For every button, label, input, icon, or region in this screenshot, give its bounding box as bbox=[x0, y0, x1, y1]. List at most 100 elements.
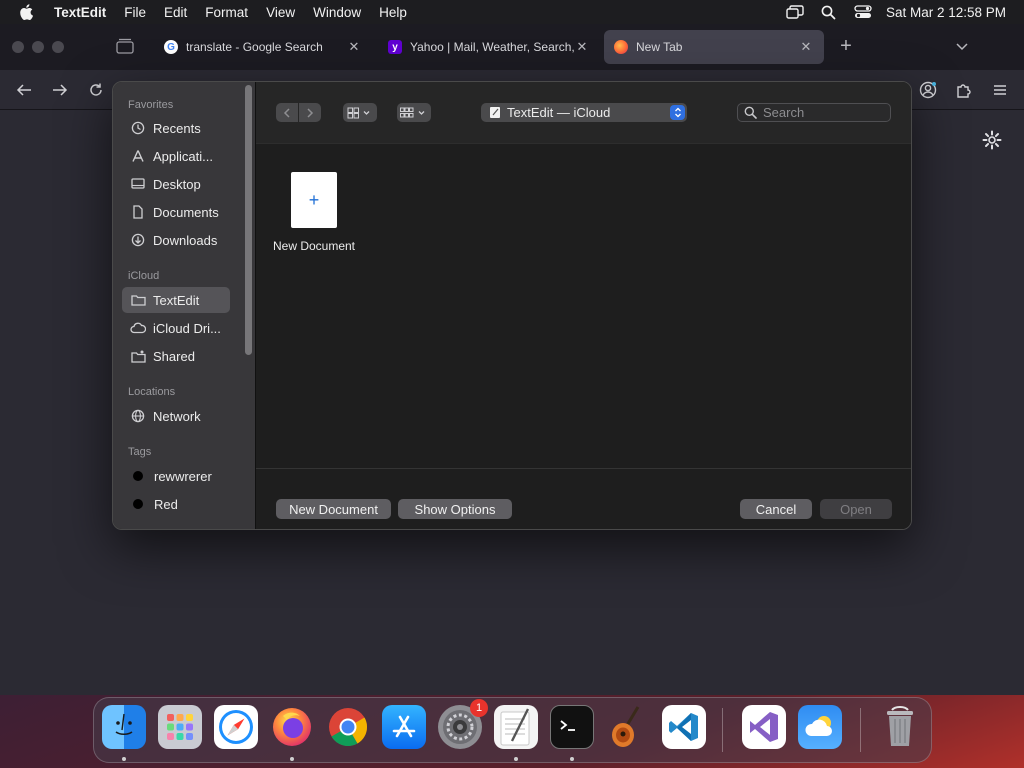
sidebar-item-label: Applicati... bbox=[153, 148, 213, 164]
sidebar-item-label: Network bbox=[153, 408, 201, 424]
cancel-button[interactable]: Cancel bbox=[740, 499, 812, 519]
tab-overview-icon[interactable] bbox=[116, 38, 136, 56]
folder-icon bbox=[130, 292, 146, 308]
dock: 1 bbox=[93, 697, 932, 763]
back-button[interactable] bbox=[276, 103, 298, 122]
tab-close-icon[interactable]: ✕ bbox=[346, 39, 362, 55]
new-document-page-icon: + bbox=[291, 172, 337, 228]
open-file-dialog: Favorites Recents Applicati... Desktop D… bbox=[112, 81, 912, 530]
minimize-window-button[interactable] bbox=[32, 41, 44, 53]
file-item-new-document[interactable]: + New Document bbox=[268, 172, 360, 253]
firefox-icon bbox=[614, 40, 628, 54]
sidebar-item-documents[interactable]: Documents bbox=[122, 199, 230, 225]
new-document-button[interactable]: New Document bbox=[276, 499, 391, 519]
group-by-button[interactable] bbox=[397, 103, 431, 122]
sidebar-item-icloud-drive[interactable]: iCloud Dri... bbox=[122, 315, 230, 341]
tag-color-dot bbox=[133, 499, 143, 509]
menu-view[interactable]: View bbox=[257, 5, 304, 20]
google-icon: G bbox=[164, 40, 178, 54]
dock-system-settings-icon[interactable]: 1 bbox=[438, 699, 488, 749]
hamburger-menu-icon[interactable] bbox=[990, 80, 1010, 100]
menu-edit[interactable]: Edit bbox=[155, 5, 196, 20]
search-input[interactable] bbox=[763, 105, 883, 120]
sidebar-tag-red[interactable]: Red bbox=[122, 491, 230, 517]
zoom-window-button[interactable] bbox=[52, 41, 64, 53]
dock-separator bbox=[722, 708, 723, 752]
sidebar-item-downloads[interactable]: Downloads bbox=[122, 227, 230, 253]
menu-help[interactable]: Help bbox=[370, 5, 416, 20]
running-indicator bbox=[514, 757, 518, 761]
dock-textedit-icon[interactable] bbox=[494, 705, 538, 749]
sidebar-item-recents[interactable]: Recents bbox=[122, 115, 230, 141]
dock-safari-icon[interactable] bbox=[214, 705, 258, 749]
back-arrow-icon[interactable] bbox=[14, 80, 34, 100]
tab-yahoo[interactable]: y Yahoo | Mail, Weather, Search, P ✕ bbox=[378, 30, 600, 64]
open-button[interactable]: Open bbox=[820, 499, 892, 519]
download-icon bbox=[130, 232, 146, 248]
cloud-icon bbox=[130, 320, 146, 336]
tab-new-tab[interactable]: New Tab ✕ bbox=[604, 30, 824, 64]
tag-color-dot bbox=[133, 471, 143, 481]
search-field[interactable] bbox=[737, 103, 891, 122]
apple-menu-icon[interactable] bbox=[0, 4, 52, 20]
dock-trash-icon[interactable] bbox=[878, 705, 922, 749]
tab-close-icon[interactable]: ✕ bbox=[574, 39, 590, 55]
dialog-footer: New Document Show Options Cancel Open bbox=[256, 468, 911, 529]
dialog-toolbar: TextEdit — iCloud bbox=[256, 82, 911, 144]
sidebar-tag-rewwrerer[interactable]: rewwrerer bbox=[122, 463, 230, 489]
reload-icon[interactable] bbox=[86, 80, 106, 100]
sidebar-scrollbar[interactable] bbox=[245, 85, 252, 355]
dock-finder-icon[interactable] bbox=[102, 705, 146, 749]
gear-icon[interactable] bbox=[982, 130, 1004, 152]
dock-visual-studio-icon[interactable] bbox=[742, 705, 786, 749]
location-popup-button[interactable]: TextEdit — iCloud bbox=[481, 103, 687, 122]
dock-launchpad-icon[interactable] bbox=[158, 705, 202, 749]
new-tab-plus-icon[interactable]: + bbox=[836, 36, 856, 56]
show-options-button[interactable]: Show Options bbox=[398, 499, 512, 519]
sidebar-item-desktop[interactable]: Desktop bbox=[122, 171, 230, 197]
menu-app-name[interactable]: TextEdit bbox=[52, 5, 115, 20]
menu-file[interactable]: File bbox=[115, 5, 155, 20]
dialog-sidebar: Favorites Recents Applicati... Desktop D… bbox=[113, 82, 256, 529]
search-icon bbox=[744, 106, 757, 119]
sidebar-item-label: iCloud Dri... bbox=[153, 320, 221, 336]
sidebar-item-applications[interactable]: Applicati... bbox=[122, 143, 230, 169]
dock-weather-icon[interactable] bbox=[798, 705, 842, 749]
dock-vscode-icon[interactable] bbox=[662, 705, 706, 749]
menu-bar: TextEdit File Edit Format View Window He… bbox=[0, 0, 1024, 24]
spotlight-search-icon[interactable] bbox=[812, 5, 846, 20]
menu-window[interactable]: Window bbox=[304, 5, 370, 20]
sidebar-item-label: TextEdit bbox=[153, 292, 200, 308]
sidebar-item-textedit[interactable]: TextEdit bbox=[122, 287, 230, 313]
dock-separator bbox=[860, 708, 861, 752]
close-window-button[interactable] bbox=[12, 41, 24, 53]
dock-firefox-icon[interactable] bbox=[270, 705, 314, 749]
screen-mirroring-icon[interactable] bbox=[778, 5, 812, 19]
dock-chrome-icon[interactable] bbox=[326, 705, 370, 749]
tab-google-search[interactable]: G translate - Google Search ✕ bbox=[154, 30, 372, 64]
tab-close-icon[interactable]: ✕ bbox=[798, 39, 814, 55]
running-indicator bbox=[570, 757, 574, 761]
sidebar-item-label: Documents bbox=[153, 204, 219, 220]
running-indicator bbox=[290, 757, 294, 761]
tab-list-chevron-icon[interactable] bbox=[954, 38, 974, 58]
menu-bar-clock[interactable]: Sat Mar 2 12:58 PM bbox=[880, 5, 1024, 20]
forward-button[interactable] bbox=[299, 103, 321, 122]
sidebar-item-label: Downloads bbox=[153, 232, 218, 248]
file-item-label: New Document bbox=[272, 239, 356, 253]
extensions-puzzle-icon[interactable] bbox=[954, 80, 974, 100]
account-icon[interactable] bbox=[918, 80, 938, 100]
globe-icon bbox=[130, 408, 146, 424]
dock-garageband-icon[interactable] bbox=[606, 705, 650, 749]
window-controls bbox=[12, 41, 64, 53]
sidebar-item-network[interactable]: Network bbox=[122, 403, 230, 429]
dock-terminal-icon[interactable] bbox=[550, 705, 594, 749]
control-center-icon[interactable] bbox=[846, 5, 880, 19]
sidebar-item-label: Desktop bbox=[153, 176, 201, 192]
dock-app-store-icon[interactable] bbox=[382, 705, 426, 749]
menu-format[interactable]: Format bbox=[196, 5, 257, 20]
sidebar-item-shared[interactable]: Shared bbox=[122, 343, 230, 369]
forward-arrow-icon[interactable] bbox=[50, 80, 70, 100]
tab-title: translate - Google Search bbox=[186, 40, 323, 54]
view-mode-button[interactable] bbox=[343, 103, 377, 122]
